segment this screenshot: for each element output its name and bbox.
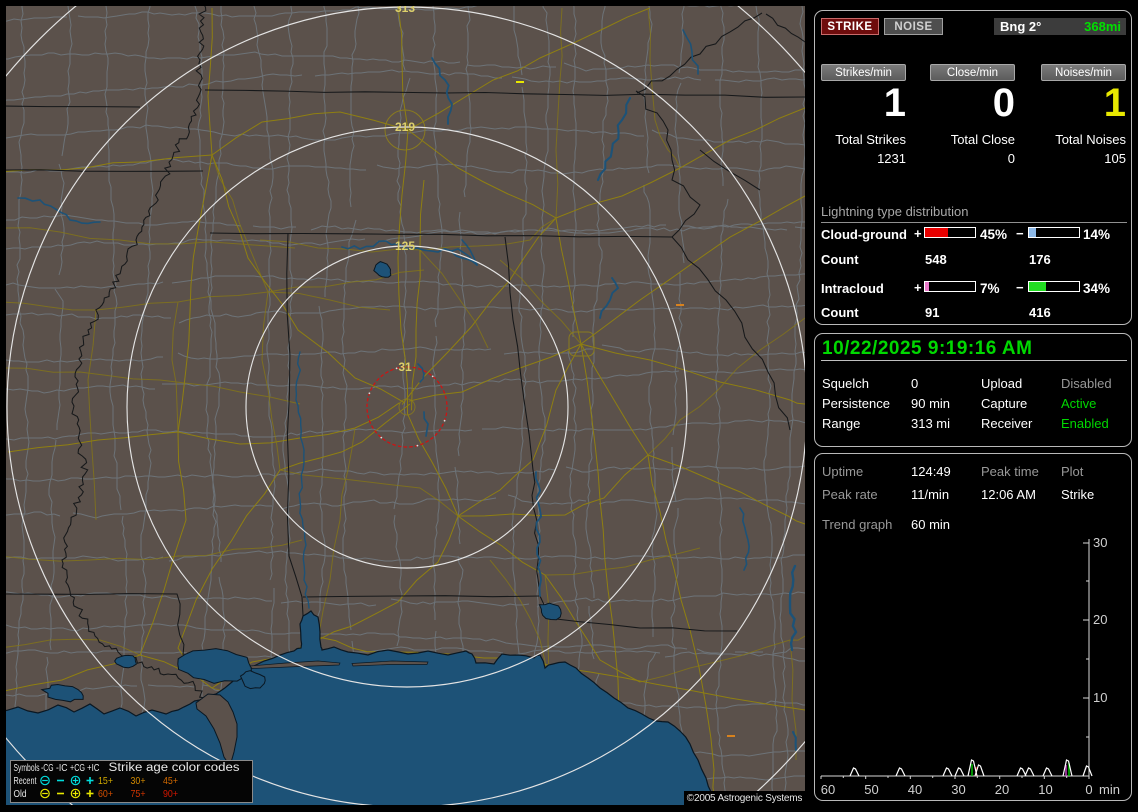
svg-text:+CG: +CG — [70, 762, 85, 774]
svg-text:Recent: Recent — [14, 775, 37, 787]
svg-text:30+: 30+ — [131, 775, 146, 787]
svg-text:Old: Old — [14, 788, 27, 800]
svg-text:60+: 60+ — [98, 788, 113, 800]
svg-text:+IC: +IC — [87, 762, 100, 774]
svg-text:Symbols: Symbols — [14, 762, 40, 774]
svg-text:45+: 45+ — [163, 775, 178, 787]
svg-text:30: 30 — [1093, 535, 1107, 550]
svg-text:0: 0 — [1085, 782, 1092, 797]
svg-text:20: 20 — [1093, 612, 1107, 627]
svg-text:60: 60 — [821, 782, 835, 797]
svg-text:50: 50 — [864, 782, 878, 797]
svg-text:20: 20 — [995, 782, 1009, 797]
svg-text:Strike age color codes: Strike age color codes — [109, 762, 240, 774]
svg-text:min: min — [1099, 782, 1120, 797]
svg-text:15+: 15+ — [98, 775, 113, 787]
svg-text:75+: 75+ — [131, 788, 146, 800]
svg-text:-CG: -CG — [41, 762, 54, 774]
svg-text:-IC: -IC — [56, 762, 68, 774]
svg-text:10: 10 — [1093, 690, 1107, 705]
svg-text:125: 125 — [395, 239, 415, 253]
svg-text:219: 219 — [395, 120, 415, 134]
svg-text:90+: 90+ — [163, 788, 178, 800]
svg-text:313: 313 — [395, 1, 415, 15]
svg-text:40: 40 — [908, 782, 922, 797]
svg-text:10: 10 — [1038, 782, 1052, 797]
svg-text:31: 31 — [398, 360, 412, 374]
svg-text:30: 30 — [951, 782, 965, 797]
